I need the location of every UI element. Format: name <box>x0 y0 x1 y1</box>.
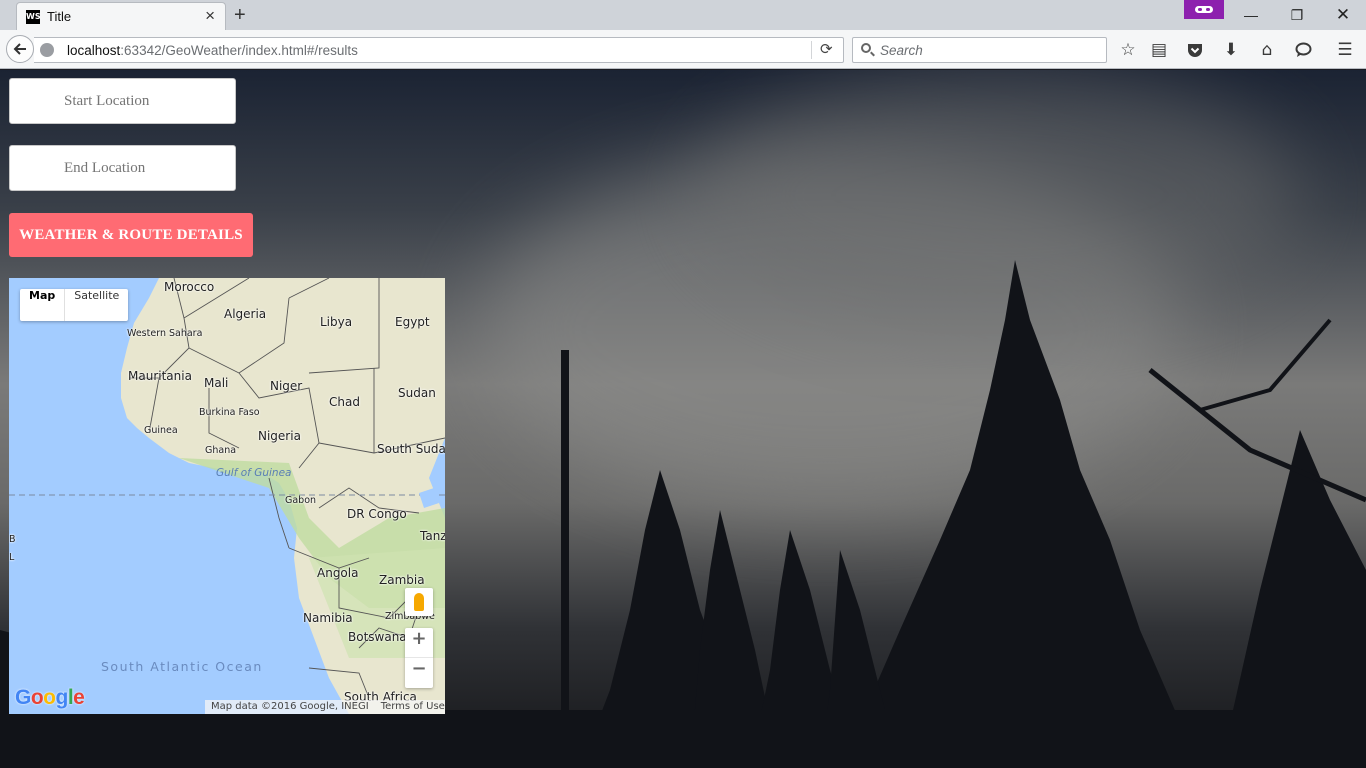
zoom-out-button[interactable]: − <box>405 658 433 688</box>
page-content: WEATHER & ROUTE DETAILS <box>0 70 1366 768</box>
download-icon[interactable]: ⬇ <box>1220 39 1242 61</box>
weather-route-details-button[interactable]: WEATHER & ROUTE DETAILS <box>9 213 253 257</box>
map-label: Sudan <box>398 386 436 400</box>
map-label: Egypt <box>395 315 430 329</box>
map-label: Botswana <box>348 630 407 644</box>
private-browsing-icon <box>1184 0 1224 19</box>
map-label: L <box>9 552 15 563</box>
map-label: Western Sahara <box>127 328 203 339</box>
map-type-satellite-button[interactable]: Satellite <box>65 289 128 321</box>
map-label: Gulf of Guinea <box>216 467 292 479</box>
google-logo[interactable]: Google <box>15 686 85 710</box>
home-icon[interactable]: ⌂ <box>1256 39 1278 61</box>
menu-icon[interactable]: ☰ <box>1334 39 1356 61</box>
map-label: Guinea <box>144 425 178 436</box>
map-label: DR Congo <box>347 507 407 521</box>
search-input[interactable]: Search <box>852 37 1107 63</box>
map-label: Gabon <box>285 495 317 506</box>
search-icon <box>861 43 871 53</box>
tab-bar: WS Title × + — ❐ ✕ <box>0 0 1366 30</box>
back-arrow-icon[interactable] <box>6 35 34 63</box>
webstorm-icon: WS <box>26 10 41 24</box>
star-icon[interactable]: ☆ <box>1117 39 1139 61</box>
map-label: Burkina Faso <box>199 407 260 418</box>
google-map[interactable]: Morocco Algeria Libya Egypt Western Saha… <box>9 278 445 714</box>
map-label: Algeria <box>224 307 267 321</box>
map-label: Namibia <box>303 611 353 625</box>
map-label: Chad <box>329 395 360 409</box>
search-placeholder: Search <box>880 43 923 58</box>
map-label: Libya <box>320 315 353 329</box>
map-attribution: Map data ©2016 Google, INEGI Terms of Us… <box>205 700 445 714</box>
map-type-map-button[interactable]: Map <box>20 289 66 321</box>
reload-icon[interactable]: ⟳ <box>820 40 833 58</box>
navigation-bar: localhost:63342/GeoWeather/index.html#/r… <box>0 30 1366 69</box>
map-label: Nigeria <box>258 429 301 443</box>
map-label: Mali <box>204 376 229 390</box>
minimize-icon[interactable]: — <box>1228 0 1274 30</box>
map-data-text: Map data ©2016 Google, INEGI <box>211 701 369 712</box>
start-location-input[interactable] <box>9 78 236 124</box>
tab-title: Title <box>47 9 72 24</box>
restore-icon[interactable]: ❐ <box>1274 0 1320 30</box>
map-label: Niger <box>270 379 303 393</box>
map-label: South Atlantic Ocean <box>101 659 263 674</box>
zoom-control: + − <box>405 628 433 688</box>
new-tab-icon[interactable]: + <box>234 3 246 27</box>
map-label: South Sudan <box>377 442 445 456</box>
terms-of-use-link[interactable]: Terms of Use <box>381 701 445 713</box>
url-text[interactable]: localhost:63342/GeoWeather/index.html#/r… <box>67 43 358 58</box>
close-tab-icon[interactable]: × <box>205 6 215 26</box>
pegman-icon[interactable] <box>405 588 433 616</box>
map-type-control: Map Satellite <box>20 289 129 321</box>
close-window-icon[interactable]: ✕ <box>1320 0 1366 30</box>
pocket-icon[interactable] <box>1184 39 1206 61</box>
browser-tab[interactable]: WS Title × <box>16 2 226 30</box>
africa-landmass <box>9 278 445 714</box>
map-label: Mauritania <box>128 369 192 383</box>
map-label: B <box>9 534 16 545</box>
map-label: Tanz <box>420 529 445 543</box>
map-label: Morocco <box>164 280 215 294</box>
map-label: Zambia <box>379 573 425 587</box>
url-divider <box>811 41 812 59</box>
chat-icon[interactable] <box>1292 39 1314 61</box>
reading-list-icon[interactable]: ▤ <box>1148 39 1170 61</box>
url-bar[interactable]: localhost:63342/GeoWeather/index.html#/r… <box>34 37 844 63</box>
map-label: Angola <box>317 566 359 580</box>
zoom-in-button[interactable]: + <box>405 628 433 658</box>
end-location-input[interactable] <box>9 145 236 191</box>
map-label: Ghana <box>205 445 237 456</box>
globe-icon <box>40 43 54 57</box>
